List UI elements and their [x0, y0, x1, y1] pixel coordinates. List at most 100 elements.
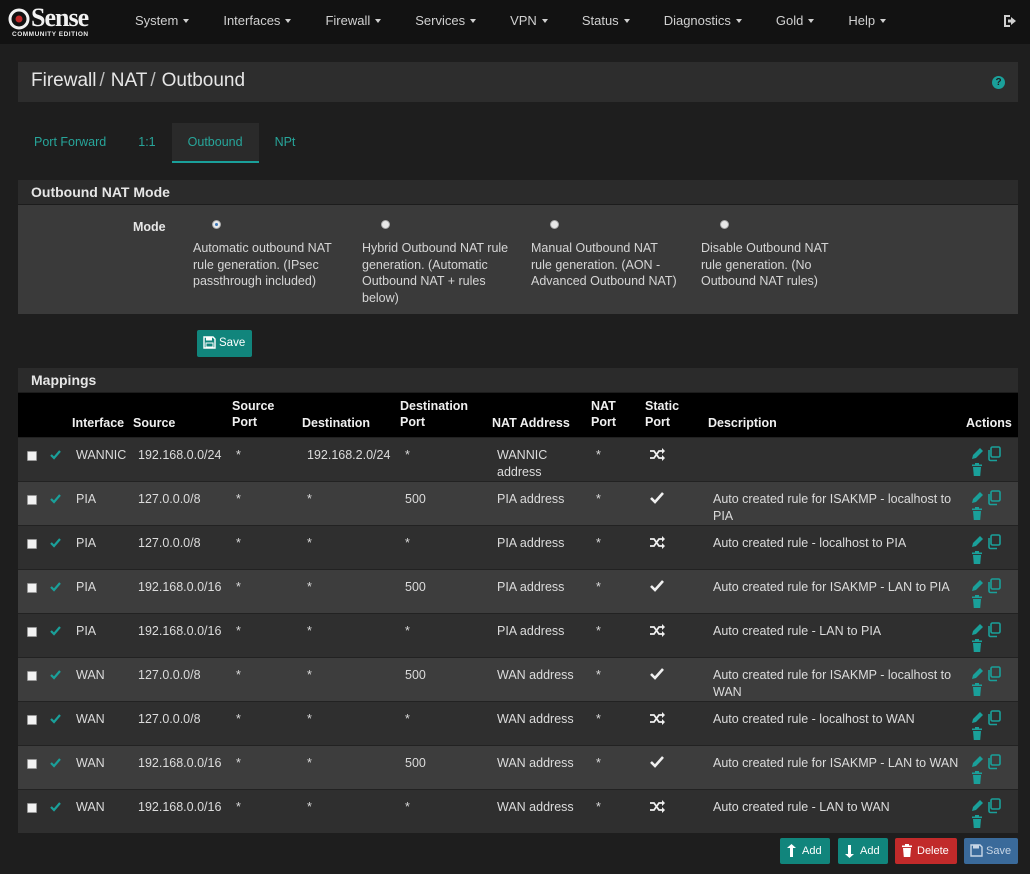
delete-trash-icon[interactable] — [971, 463, 983, 476]
cell-description: Auto created rule - LAN to PIA — [713, 624, 882, 638]
copy-icon[interactable] — [986, 710, 1002, 726]
cell-destination-port: * — [405, 800, 410, 814]
table-row[interactable]: PIA 127.0.0.0/8 * * 500 PIA address * Auto crea… — [18, 481, 1018, 525]
copy-icon[interactable] — [986, 622, 1002, 638]
cell-destination: * — [307, 712, 312, 726]
menu-firewall[interactable]: Firewall — [308, 0, 398, 44]
edit-pencil-icon[interactable] — [970, 447, 984, 461]
radio-manual[interactable] — [550, 220, 559, 229]
help-icon[interactable]: ? — [992, 76, 1005, 89]
table-row[interactable]: WAN 127.0.0.0/8 * * 500 WAN address * Auto crea… — [18, 657, 1018, 701]
menu-help[interactable]: Help — [831, 0, 903, 44]
col-description: Description — [708, 416, 777, 430]
radio-label: Manual Outbound NAT rule generation. (AO… — [531, 241, 677, 288]
save-icon — [970, 844, 983, 857]
cell-description: Auto created rule - localhost to WAN — [713, 712, 915, 726]
logout-icon[interactable] — [1002, 13, 1018, 29]
delete-trash-icon[interactable] — [971, 771, 983, 784]
row-select-checkbox[interactable] — [27, 583, 37, 593]
cell-source-port: * — [236, 800, 241, 814]
edit-pencil-icon[interactable] — [970, 711, 984, 725]
cell-source-port: * — [236, 756, 241, 770]
tab-npt[interactable]: NPt — [259, 123, 312, 163]
menu-services[interactable]: Services — [398, 0, 493, 44]
row-select-checkbox[interactable] — [27, 803, 37, 813]
copy-icon[interactable] — [986, 490, 1002, 506]
cell-destination: * — [307, 536, 312, 550]
cell-source-port: * — [236, 580, 241, 594]
copy-icon[interactable] — [986, 754, 1002, 770]
caret-down-icon — [541, 19, 548, 23]
copy-icon[interactable] — [986, 534, 1002, 550]
cell-interface: PIA — [76, 492, 97, 506]
radio-hybrid[interactable] — [381, 220, 390, 229]
copy-icon[interactable] — [986, 798, 1002, 814]
table-row[interactable]: WANNIC 192.168.0.0/24 * 192.168.2.0/24 * WANN… — [18, 437, 1018, 481]
menu-gold[interactable]: Gold — [759, 0, 831, 44]
tab-one-to-one[interactable]: 1:1 — [122, 123, 171, 163]
row-select-checkbox[interactable] — [27, 627, 37, 637]
edit-pencil-icon[interactable] — [970, 667, 984, 681]
menu-label: Status — [581, 13, 619, 28]
shuffle-icon — [650, 448, 665, 461]
row-select-checkbox[interactable] — [27, 495, 37, 505]
row-select-checkbox[interactable] — [27, 451, 37, 461]
edit-pencil-icon[interactable] — [970, 755, 984, 769]
row-select-checkbox[interactable] — [27, 539, 37, 549]
delete-trash-icon[interactable] — [971, 639, 983, 652]
breadcrumb-firewall[interactable]: Firewall — [31, 70, 96, 91]
radio-disable[interactable] — [720, 220, 729, 229]
menu-interfaces[interactable]: Interfaces — [206, 0, 308, 44]
cell-source-port: * — [236, 712, 241, 726]
menu-label: Diagnostics — [663, 13, 731, 28]
cell-interface: WAN — [76, 712, 105, 726]
breadcrumb-nat[interactable]: NAT — [111, 70, 148, 91]
copy-icon[interactable] — [986, 666, 1002, 682]
menu-status[interactable]: Status — [565, 0, 647, 44]
menu-label: Interfaces — [223, 13, 281, 28]
add-bottom-button[interactable]: Add — [838, 838, 888, 864]
copy-icon[interactable] — [986, 578, 1002, 594]
delete-button[interactable]: Delete — [895, 838, 957, 864]
table-row[interactable]: WAN 192.168.0.0/16 * * * WAN address * Auto cre… — [18, 789, 1018, 833]
cell-interface: PIA — [76, 536, 97, 550]
breadcrumb-outbound[interactable]: Outbound — [162, 70, 245, 91]
copy-icon[interactable] — [986, 446, 1002, 462]
delete-trash-icon[interactable] — [971, 727, 983, 740]
edit-pencil-icon[interactable] — [970, 535, 984, 549]
table-row[interactable]: PIA 192.168.0.0/16 * * 500 PIA address * Auto c… — [18, 569, 1018, 613]
delete-trash-icon[interactable] — [971, 683, 983, 696]
edit-pencil-icon[interactable] — [970, 579, 984, 593]
row-select-checkbox[interactable] — [27, 671, 37, 681]
cell-nat-address: PIA address — [497, 624, 565, 638]
pfsense-logo[interactable]: Sense COMMUNITY EDITION — [8, 4, 108, 40]
tab-port-forward[interactable]: Port Forward — [18, 123, 122, 163]
row-select-checkbox[interactable] — [27, 715, 37, 725]
menu-system[interactable]: System — [118, 0, 206, 44]
cell-destination: * — [307, 800, 312, 814]
caret-down-icon — [735, 19, 742, 23]
menu-vpn[interactable]: VPN — [493, 0, 565, 44]
cell-nat-address: PIA address — [497, 580, 565, 594]
radio-automatic[interactable] — [212, 220, 221, 229]
table-row[interactable]: WAN 192.168.0.0/16 * * 500 WAN address * Auto c… — [18, 745, 1018, 789]
save-mappings-button[interactable]: Save — [964, 838, 1018, 864]
check-icon — [650, 668, 664, 680]
add-top-button[interactable]: Add — [780, 838, 830, 864]
menu-diagnostics[interactable]: Diagnostics — [647, 0, 759, 44]
edit-pencil-icon[interactable] — [970, 799, 984, 813]
delete-trash-icon[interactable] — [971, 551, 983, 564]
table-row[interactable]: PIA 127.0.0.0/8 * * * PIA address * Auto create… — [18, 525, 1018, 569]
shuffle-icon — [650, 536, 665, 549]
radio-label: Automatic outbound NAT rule generation. … — [193, 241, 332, 288]
edit-pencil-icon[interactable] — [970, 491, 984, 505]
tab-outbound[interactable]: Outbound — [171, 123, 259, 163]
delete-trash-icon[interactable] — [971, 595, 983, 608]
table-row[interactable]: WAN 127.0.0.0/8 * * * WAN address * Auto create… — [18, 701, 1018, 745]
delete-trash-icon[interactable] — [971, 815, 983, 828]
edit-pencil-icon[interactable] — [970, 623, 984, 637]
delete-trash-icon[interactable] — [971, 507, 983, 520]
save-mode-button[interactable]: Save — [197, 330, 252, 357]
table-row[interactable]: PIA 192.168.0.0/16 * * * PIA address * Auto cre… — [18, 613, 1018, 657]
row-select-checkbox[interactable] — [27, 759, 37, 769]
